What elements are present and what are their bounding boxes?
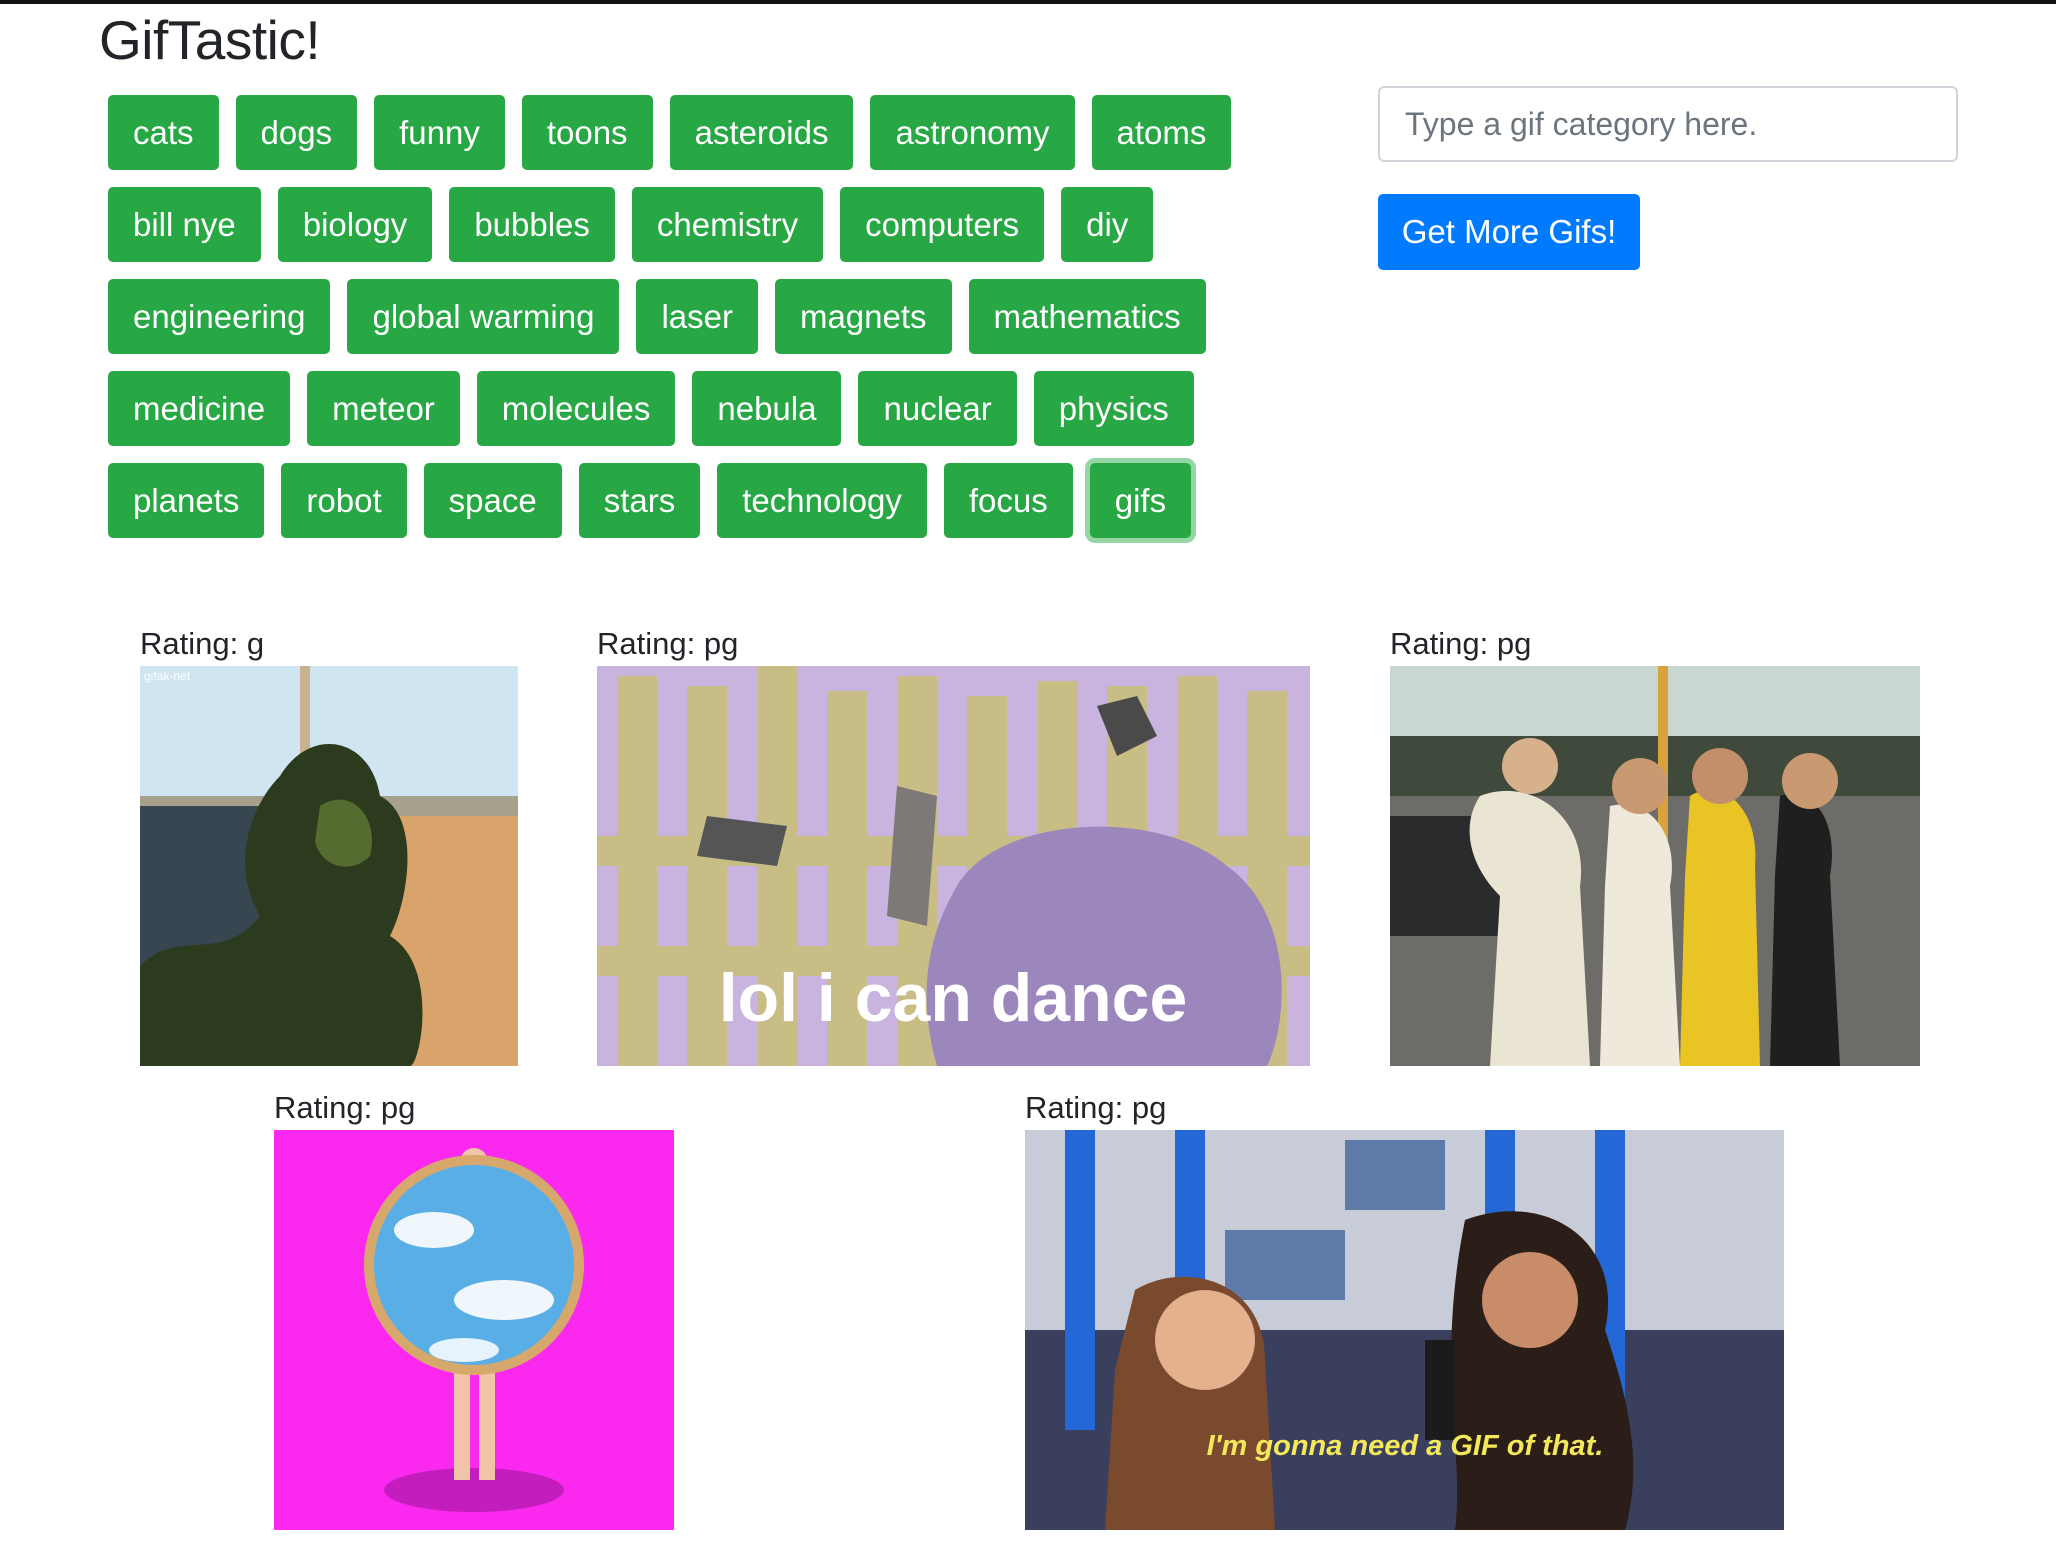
gif-rating: Rating: pg <box>1390 626 1532 661</box>
topic-button-engineering[interactable]: engineering <box>108 279 331 354</box>
topic-button-technology[interactable]: technology <box>717 463 927 538</box>
topic-button-molecules[interactable]: molecules <box>476 371 676 446</box>
topic-button-row: cats dogs funny toons asteroids astronomy atom… <box>108 95 1232 170</box>
gif-image[interactable]: lol i can dance <box>597 666 1310 1066</box>
topic-button-diy[interactable]: diy <box>1061 187 1154 262</box>
search-input[interactable] <box>1378 86 1958 162</box>
topic-button-biology[interactable]: biology <box>277 187 433 262</box>
top-border <box>0 0 2056 4</box>
topic-button-stars[interactable]: stars <box>578 463 701 538</box>
topic-button-toons[interactable]: toons <box>521 95 653 170</box>
topic-button-bubbles[interactable]: bubbles <box>449 187 615 262</box>
gif-image[interactable]: I'm gonna need a GIF of that. <box>1025 1130 1784 1530</box>
gif-rating: Rating: pg <box>1025 1090 1167 1125</box>
topic-button-funny[interactable]: funny <box>374 95 505 170</box>
topic-button-planets[interactable]: planets <box>108 463 265 538</box>
topic-button-astronomy[interactable]: astronomy <box>870 95 1075 170</box>
topic-button-dogs[interactable]: dogs <box>235 95 358 170</box>
topic-button-row: planets robot space stars technology focus gif… <box>108 463 1192 538</box>
topic-button-chemistry[interactable]: chemistry <box>631 187 824 262</box>
gif-caption: I'm gonna need a GIF of that. <box>1207 1430 1604 1462</box>
topic-button-mathematics[interactable]: mathematics <box>968 279 1206 354</box>
gif-watermark: gifak-net <box>144 669 191 683</box>
topic-button-focus[interactable]: focus <box>943 463 1073 538</box>
topic-button-space[interactable]: space <box>423 463 562 538</box>
topic-button-robot[interactable]: robot <box>281 463 407 538</box>
page-title: GifTastic! <box>99 9 321 71</box>
topic-button-asteroids[interactable]: asteroids <box>669 95 854 170</box>
gif-card: Rating: pg lol i can dance <box>597 626 1310 1066</box>
topic-button-computers[interactable]: computers <box>840 187 1045 262</box>
gif-image[interactable]: gifak-net <box>140 666 518 1066</box>
gif-caption: lol i can dance <box>719 960 1188 1036</box>
get-more-gifs-button[interactable]: Get More Gifs! <box>1378 194 1640 270</box>
topic-button-row: engineering global warming laser magnets mat… <box>108 279 1206 354</box>
topic-button-laser[interactable]: laser <box>636 279 758 354</box>
topic-button-atoms[interactable]: atoms <box>1091 95 1232 170</box>
topic-button-global-warming[interactable]: global warming <box>347 279 620 354</box>
gif-card: Rating: pg I'm gonna need a GIF of that. <box>1025 1090 1784 1530</box>
topic-button-cats[interactable]: cats <box>108 95 219 170</box>
gif-card: Rating: pg <box>274 1090 674 1530</box>
topic-button-row: medicine meteor molecules nebula nuclear phys… <box>108 371 1194 446</box>
topic-button-gifs[interactable]: gifs <box>1089 463 1192 538</box>
gif-rating: Rating: pg <box>274 1090 416 1125</box>
topic-button-nuclear[interactable]: nuclear <box>858 371 1017 446</box>
topic-button-meteor[interactable]: meteor <box>307 371 460 446</box>
topic-button-nebula[interactable]: nebula <box>692 371 842 446</box>
gif-image[interactable] <box>1390 666 1920 1066</box>
gif-rating: Rating: g <box>140 626 265 661</box>
gif-rating: Rating: pg <box>597 626 739 661</box>
topic-button-medicine[interactable]: medicine <box>108 371 291 446</box>
topic-button-bill-nye[interactable]: bill nye <box>108 187 261 262</box>
gif-card: Rating: g gifak-net <box>140 626 518 1066</box>
topic-button-magnets[interactable]: magnets <box>774 279 952 354</box>
gif-image[interactable] <box>274 1130 674 1530</box>
topic-button-row: bill nye biology bubbles chemistry computers… <box>108 187 1154 262</box>
gif-card: Rating: pg <box>1390 626 1920 1066</box>
topic-button-physics[interactable]: physics <box>1033 371 1194 446</box>
